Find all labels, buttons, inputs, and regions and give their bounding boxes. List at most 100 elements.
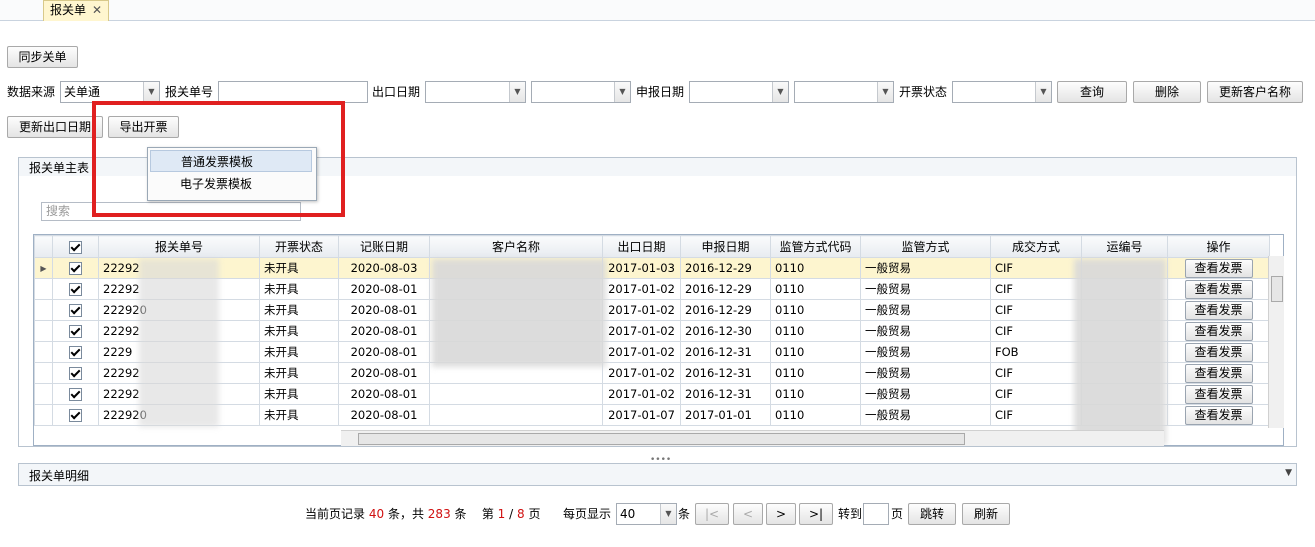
per-page-select[interactable]: 40 ▼ [616,503,677,525]
cell-dec: 2016-12-31 [680,383,771,405]
cell-code: 0110 [770,362,861,384]
row-checkbox-cell[interactable] [52,320,99,342]
scroll-thumb[interactable] [358,433,965,445]
decl-no-input[interactable] [218,81,368,103]
cell-book: 2020-08-01 [338,299,430,321]
cell-code: 0110 [770,257,861,279]
cell-mode: 一般贸易 [860,299,991,321]
goto-page-input[interactable] [863,503,889,525]
cell-status: 未开具 [259,383,339,405]
declare-date-to[interactable]: ▼ [794,81,894,103]
source-value: 关单通 [64,85,101,99]
row-checkbox[interactable] [69,346,82,359]
row-checkbox-cell[interactable] [52,383,99,405]
row-checkbox-cell[interactable] [52,257,99,279]
redacted-region [139,259,219,427]
col-header[interactable]: 开票状态 [259,235,339,258]
delete-button[interactable]: 删除 [1133,81,1201,103]
highlight-annotation [92,101,345,217]
cell-code: 0110 [770,299,861,321]
view-invoice-button[interactable]: 查看发票 [1184,279,1253,299]
cell-book: 2020-08-01 [338,341,430,363]
view-invoice-button[interactable]: 查看发票 [1184,405,1253,425]
select-all-header[interactable] [52,235,99,258]
sync-button[interactable]: 同步关单 [7,46,78,68]
vertical-scrollbar[interactable] [1268,256,1284,428]
per-page-label: 每页显示 [563,507,612,521]
cell-exp: 2017-01-02 [602,362,681,384]
pager-pages: 8 [517,507,525,521]
row-checkbox[interactable] [69,367,82,380]
row-checkbox[interactable] [69,304,82,317]
cell-exp: 2017-01-02 [602,320,681,342]
row-checkbox[interactable] [69,283,82,296]
row-checkbox[interactable] [69,262,82,275]
chevron-down-icon[interactable]: ▼ [509,82,525,102]
row-checkbox-cell[interactable] [52,299,99,321]
chevron-down-icon[interactable]: ▼ [772,82,788,102]
invoice-status-select[interactable]: ▼ [952,81,1052,103]
decl-no-label: 报关单号 [165,85,214,99]
jump-button[interactable]: 跳转 [908,503,956,525]
row-checkbox[interactable] [69,409,82,422]
cell-redacted [429,383,603,405]
export-date-from[interactable]: ▼ [425,81,526,103]
tab-customs-declaration[interactable]: 报关单 ✕ [43,0,110,21]
chevron-down-icon[interactable]: ▼ [1285,468,1292,478]
declare-date-from[interactable]: ▼ [689,81,789,103]
next-page-button[interactable]: > [766,503,796,525]
horizontal-scrollbar[interactable] [341,430,1164,446]
row-checkbox[interactable] [69,325,82,338]
view-invoice-button[interactable]: 查看发票 [1184,321,1253,341]
col-header[interactable]: 成交方式 [990,235,1082,258]
chevron-down-icon[interactable]: ▼ [660,504,676,524]
cell-book: 2020-08-01 [338,278,430,300]
update-customer-button[interactable]: 更新客户名称 [1207,81,1303,103]
view-invoice-button[interactable]: 查看发票 [1184,342,1253,362]
row-checkbox-cell[interactable] [52,278,99,300]
pager-page: 1 [497,507,506,521]
col-header[interactable]: 报关单号 [98,235,260,258]
select-all-checkbox[interactable] [69,240,82,254]
row-indicator [34,278,53,300]
chevron-down-icon[interactable]: ▼ [877,82,893,102]
view-invoice-button[interactable]: 查看发票 [1184,384,1253,404]
cell-mode: 一般贸易 [860,320,991,342]
chevron-down-icon[interactable]: ▼ [143,82,159,102]
prev-page-button[interactable]: < [733,503,763,525]
col-header[interactable]: 监管方式 [860,235,991,258]
refresh-button[interactable]: 刷新 [962,503,1010,525]
source-select[interactable]: 关单通 ▼ [60,81,160,103]
cell-code: 0110 [770,404,861,426]
cell-dec: 2016-12-29 [680,278,771,300]
query-button[interactable]: 查询 [1057,81,1127,103]
col-header[interactable]: 客户名称 [429,235,603,258]
row-checkbox-cell[interactable] [52,341,99,363]
update-export-date-button[interactable]: 更新出口日期 [7,116,103,138]
chevron-down-icon[interactable]: ▼ [1035,82,1051,102]
col-header[interactable]: 监管方式代码 [770,235,861,258]
col-header[interactable]: 记账日期 [338,235,430,258]
cell-dec: 2016-12-31 [680,341,771,363]
cell-exp: 2017-01-03 [602,257,681,279]
export-date-to[interactable]: ▼ [531,81,631,103]
col-header[interactable]: 出口日期 [602,235,681,258]
cell-deal: CIF [990,320,1082,342]
close-icon[interactable]: ✕ [92,3,102,17]
col-header[interactable]: 操作 [1167,235,1270,258]
col-header[interactable]: 运编号 [1081,235,1168,258]
view-invoice-button[interactable]: 查看发票 [1184,363,1253,383]
view-invoice-button[interactable]: 查看发票 [1184,258,1253,278]
scroll-thumb[interactable] [1271,276,1283,302]
action-cell: 查看发票 [1167,320,1270,342]
last-page-button[interactable]: >| [799,503,833,525]
first-page-button[interactable]: |< [695,503,729,525]
row-checkbox[interactable] [69,388,82,401]
row-checkbox-cell[interactable] [52,362,99,384]
tab-label: 报关单 [50,3,87,17]
col-header[interactable]: 申报日期 [680,235,771,258]
chevron-down-icon[interactable]: ▼ [614,82,630,102]
view-invoice-button[interactable]: 查看发票 [1184,300,1253,320]
row-checkbox-cell[interactable] [52,404,99,426]
detail-panel[interactable]: 报关单明细 ▼ [18,463,1297,486]
